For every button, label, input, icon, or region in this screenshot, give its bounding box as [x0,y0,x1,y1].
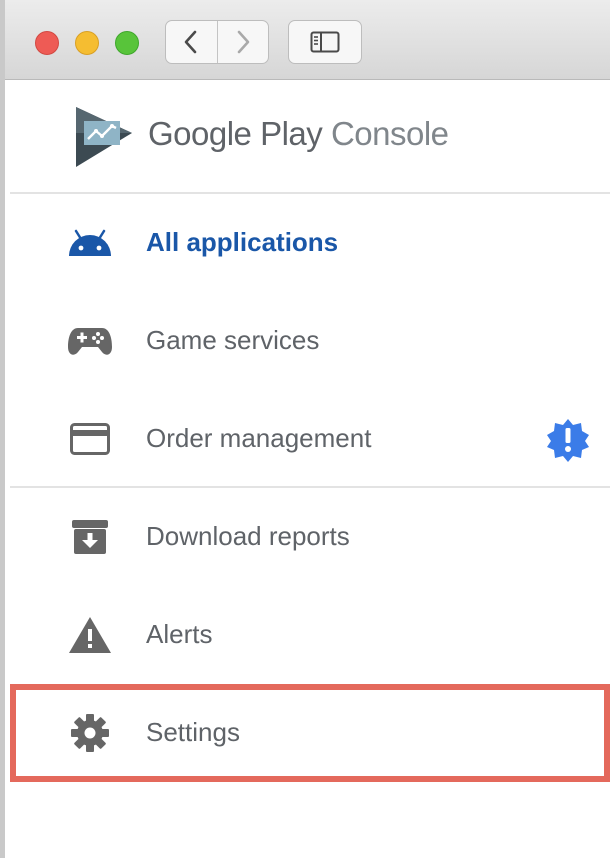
logo-text-secondary: Console [330,115,449,152]
menu-item-label: Settings [146,717,240,747]
sidebar-icon [310,31,340,53]
sidebar-toggle-button[interactable] [288,20,362,64]
play-console-logo-icon [76,107,132,167]
logo-text-primary: Google Play [148,115,323,152]
menu-item-label: Download reports [146,521,350,551]
close-window-button[interactable] [35,31,59,55]
menu-item-settings[interactable]: Settings [10,684,610,782]
menu-item-download-reports[interactable]: Download reports [10,488,610,586]
maximize-window-button[interactable] [115,31,139,55]
gamepad-icon [66,321,114,361]
app-title: Google Play Console [148,115,449,153]
app-window: Google Play Console All applications Gam… [0,0,610,858]
minimize-window-button[interactable] [75,31,99,55]
download-archive-icon [66,517,114,557]
gear-icon [66,713,114,753]
sidebar-panel: Google Play Console All applications Gam… [10,80,610,858]
title-bar [5,0,610,80]
menu-item-game-services[interactable]: Game services [10,292,610,390]
chevron-right-icon [237,30,250,54]
credit-card-icon [66,419,114,459]
menu-item-alerts[interactable]: Alerts [10,586,610,684]
back-button[interactable] [166,21,217,63]
android-icon [66,223,114,263]
chevron-left-icon [184,30,197,54]
menu-item-order-management[interactable]: Order management [10,390,610,488]
forward-button[interactable] [216,21,269,63]
menu-item-label: Game services [146,325,320,355]
menu-item-label: All applications [146,227,339,257]
menu-item-label: Alerts [146,619,213,649]
menu-item-all-applications[interactable]: All applications [10,194,610,292]
history-nav [165,20,269,64]
warning-icon [66,615,114,655]
alert-badge-icon [547,419,589,462]
brand-header: Google Play Console [10,80,610,192]
menu-item-label: Order management [146,423,372,453]
